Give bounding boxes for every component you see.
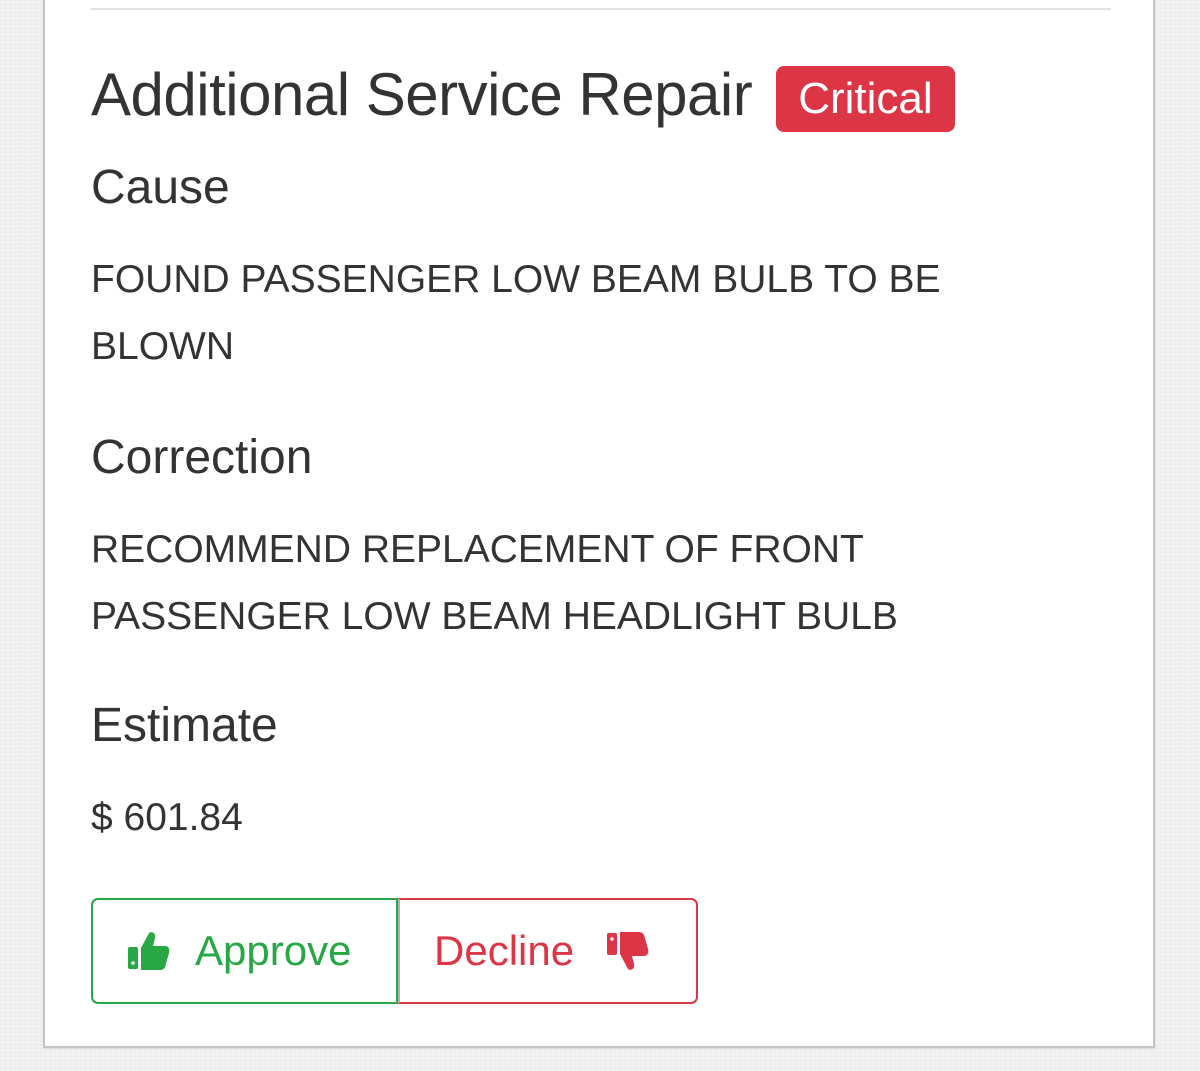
decline-label: Decline [434,927,575,974]
thumbs-down-icon [606,929,650,973]
approve-button[interactable]: Approve [91,898,398,1004]
cause-heading: Cause [91,161,230,214]
service-title: Additional Service Repair [91,61,753,128]
correction-text: RECOMMEND REPLACEMENT OF FRONT PASSENGER… [91,528,898,638]
service-header: Additional Service Repair Critical [91,58,955,132]
estimate-amount: $ 601.84 [91,796,243,839]
estimate-heading: Estimate [91,699,278,752]
approve-label: Approve [195,927,352,974]
section-divider [91,8,1111,10]
cause-text: FOUND PASSENGER LOW BEAM BULB TO BE BLOW… [91,258,941,368]
decline-button[interactable]: Decline [398,898,698,1004]
service-card: Additional Service Repair Critical Cause… [43,0,1155,1048]
approval-button-group: Approve Decline [91,898,698,1004]
correction-heading: Correction [91,431,313,484]
critical-badge: Critical [776,66,955,132]
thumbs-up-icon [127,929,171,973]
